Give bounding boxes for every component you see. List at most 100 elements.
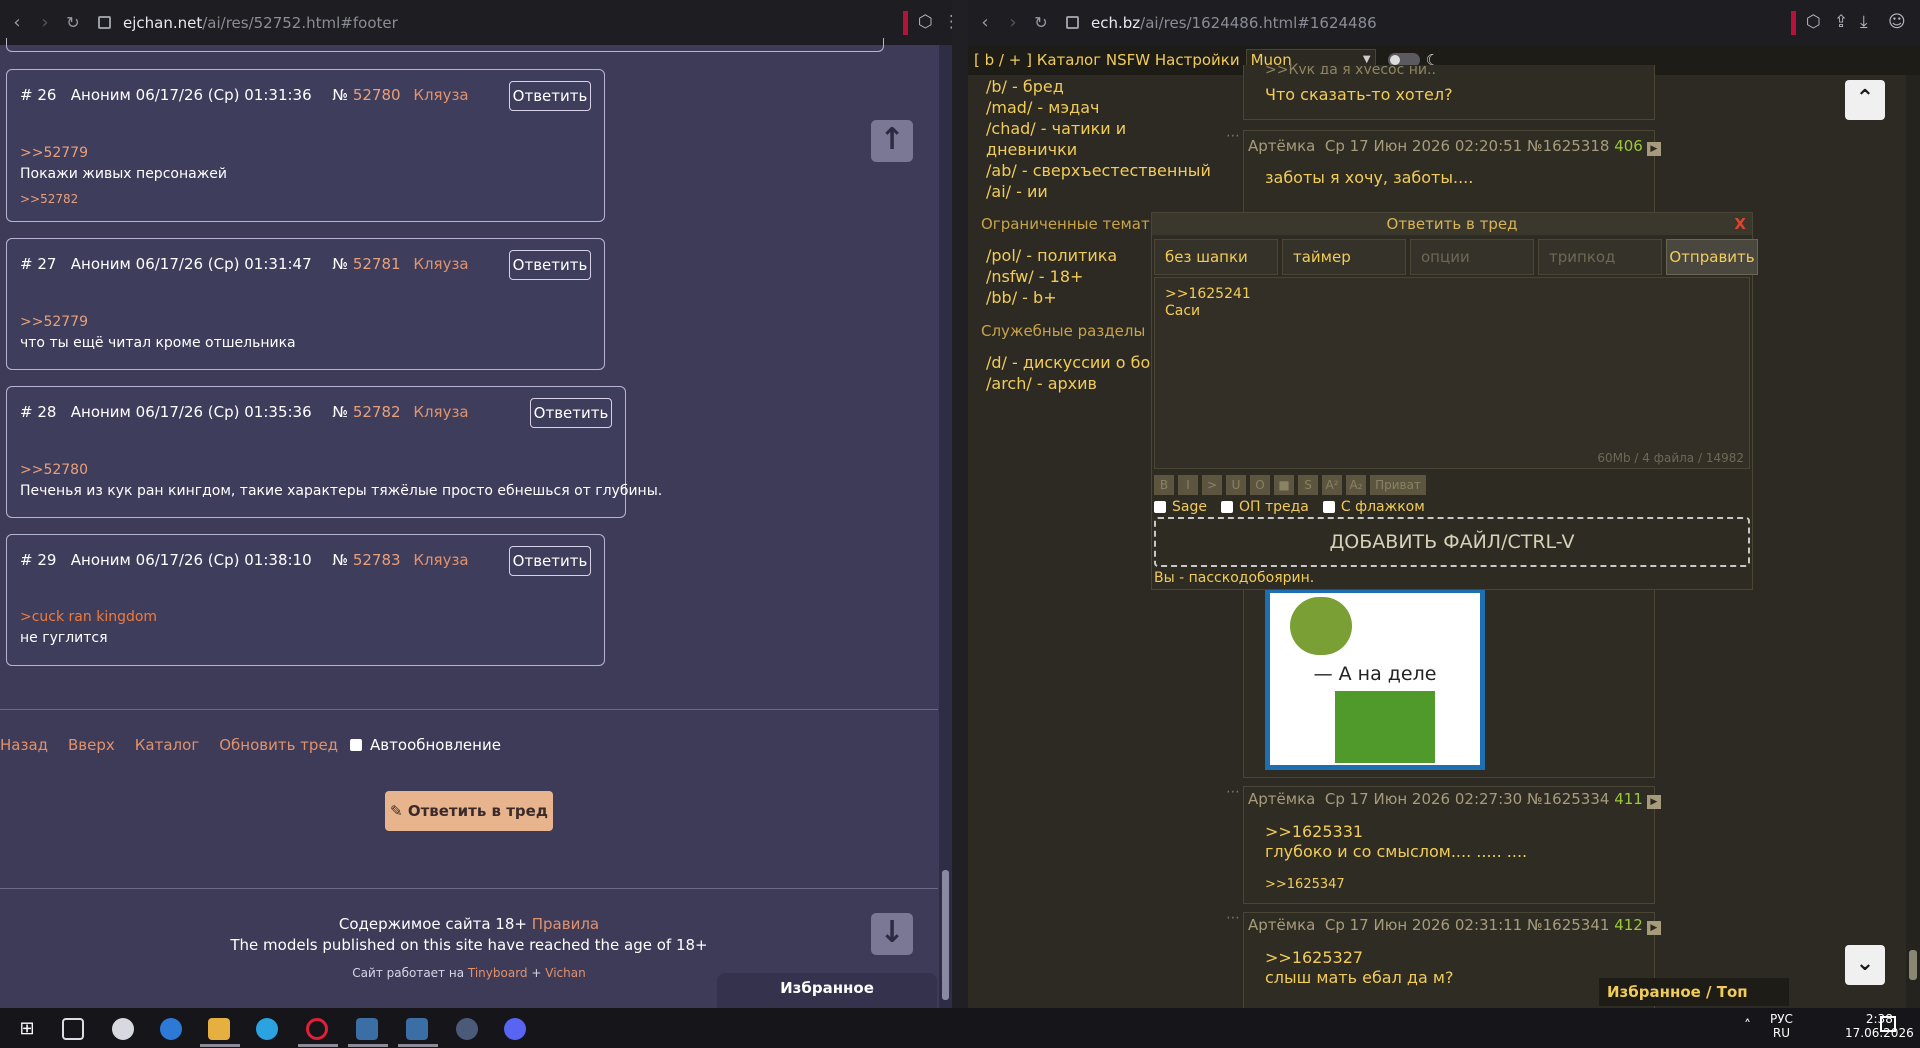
- task-view-icon[interactable]: [62, 1018, 84, 1040]
- post-number-link[interactable]: №1625341: [1527, 916, 1609, 934]
- backlink[interactable]: >>1625347: [1265, 877, 1345, 892]
- reply-thread-button[interactable]: ✎ Ответить в тред: [385, 791, 553, 831]
- reply-button[interactable]: Ответить: [509, 250, 591, 280]
- board-link-arch[interactable]: /arch/ - архив: [986, 373, 1150, 394]
- italic-button[interactable]: I: [1178, 475, 1198, 495]
- quote-link[interactable]: >>1625327: [1265, 948, 1363, 967]
- fox-app-icon[interactable]: [112, 1018, 134, 1040]
- opera-icon[interactable]: [306, 1018, 328, 1040]
- reply-button[interactable]: Ответить: [530, 398, 612, 428]
- right-url-field[interactable]: ech.bz/ai/res/1624486.html#1624486: [1091, 14, 1377, 32]
- scroll-thumb[interactable]: [1909, 950, 1917, 980]
- overline-button[interactable]: O: [1250, 475, 1270, 495]
- extensions-icon[interactable]: ⬡: [1806, 12, 1821, 32]
- board-link-chad-cont[interactable]: дневнички: [986, 139, 1211, 160]
- nav-back-link[interactable]: Назад: [0, 736, 48, 754]
- strike-button[interactable]: S: [1298, 475, 1318, 495]
- board-link-d[interactable]: /d/ - дискуссии о бо: [986, 352, 1150, 373]
- play-icon[interactable]: ▶: [1646, 795, 1661, 809]
- tripcode-field[interactable]: трипкод: [1538, 239, 1662, 275]
- scroll-up-icon[interactable]: ↑: [871, 120, 913, 162]
- quote-link[interactable]: >>52780: [20, 462, 88, 478]
- python-icon[interactable]: [356, 1018, 378, 1040]
- nav-catalog-link[interactable]: Каталог: [135, 736, 199, 754]
- message-textarea[interactable]: >>1625241 Саси: [1154, 277, 1750, 469]
- scroll-down-icon[interactable]: ⌄: [1845, 945, 1885, 985]
- nav-refresh-link[interactable]: Обновить тред: [219, 736, 338, 754]
- play-icon[interactable]: ▶: [1646, 921, 1661, 935]
- board-link-bb[interactable]: /bb/ - b+: [986, 287, 1117, 308]
- steam-icon[interactable]: [456, 1018, 478, 1040]
- scroll-up-icon[interactable]: ⌃: [1845, 80, 1885, 120]
- post-number-link[interactable]: №1625334: [1527, 790, 1609, 808]
- telegram-icon[interactable]: [256, 1018, 278, 1040]
- backlink[interactable]: >>52782: [20, 192, 78, 206]
- quote-button[interactable]: >: [1202, 475, 1222, 495]
- back-icon[interactable]: ‹: [6, 12, 28, 33]
- quote-link[interactable]: >>1625331: [1265, 822, 1363, 841]
- reply-button[interactable]: Ответить: [509, 546, 591, 576]
- send-button[interactable]: Отправить: [1666, 239, 1758, 275]
- post-number-link[interactable]: 52781: [353, 255, 401, 273]
- file-explorer-icon[interactable]: [208, 1018, 230, 1040]
- favorites-top-threads[interactable]: Избранное / Топ тредов ↻: [1599, 978, 1789, 1006]
- quote-link[interactable]: >>52779: [20, 145, 88, 161]
- profile-icon[interactable]: ☺: [1888, 12, 1906, 32]
- notifications-icon[interactable]: [1880, 1016, 1896, 1032]
- post-number-link[interactable]: 52782: [353, 403, 401, 421]
- reply-button[interactable]: Ответить: [509, 81, 591, 111]
- scroll-down-icon[interactable]: ↓: [871, 913, 913, 955]
- superscript-button[interactable]: A²: [1322, 475, 1342, 495]
- post-number-link[interactable]: 52780: [353, 86, 401, 104]
- windows-start-icon[interactable]: ⊞: [16, 1018, 38, 1040]
- split-divider[interactable]: [952, 0, 968, 1008]
- vichan-link[interactable]: Vichan: [545, 966, 585, 980]
- board-link-chad[interactable]: /chad/ - чатики и: [986, 118, 1211, 139]
- post-number-link[interactable]: №1625318: [1527, 137, 1609, 155]
- add-file-dropzone[interactable]: ДОБАВИТЬ ФАЙЛ/CTRL-V: [1154, 517, 1750, 567]
- board-link-b[interactable]: /b/ - бред: [986, 76, 1211, 97]
- forward-icon[interactable]: ›: [1002, 12, 1024, 33]
- discord-icon[interactable]: [504, 1018, 526, 1040]
- board-link-pol[interactable]: /pol/ - политика: [986, 245, 1117, 266]
- post-number-link[interactable]: 52783: [353, 551, 401, 569]
- bold-button[interactable]: B: [1154, 475, 1174, 495]
- op-checkbox[interactable]: [1220, 501, 1233, 513]
- sage-checkbox[interactable]: [1154, 501, 1166, 513]
- board-links[interactable]: [ b / + ]: [974, 51, 1032, 69]
- settings-link[interactable]: Настройки: [1155, 51, 1240, 69]
- extensions-icon[interactable]: ⬡: [918, 12, 933, 32]
- board-link-ai[interactable]: /ai/ - ии: [986, 181, 1211, 202]
- tinyboard-link[interactable]: Tinyboard: [468, 966, 528, 980]
- post-menu-icon[interactable]: ⋯: [1226, 784, 1240, 800]
- scroll-thumb[interactable]: [942, 870, 949, 1000]
- underline-button[interactable]: U: [1226, 475, 1246, 495]
- options-field[interactable]: опции: [1410, 239, 1534, 275]
- board-link-nsfw[interactable]: /nsfw/ - 18+: [986, 266, 1117, 287]
- flag-checkbox[interactable]: [1322, 501, 1335, 513]
- post-image-thumbnail[interactable]: — А на деле: [1265, 590, 1485, 770]
- quote-link[interactable]: >>52779: [20, 314, 88, 330]
- download-icon[interactable]: ⤓: [1860, 12, 1868, 32]
- share-icon[interactable]: ⇪: [1834, 12, 1848, 32]
- post-menu-icon[interactable]: ⋯: [1226, 910, 1240, 926]
- python-icon-2[interactable]: [406, 1018, 428, 1040]
- left-scrollbar[interactable]: [939, 45, 952, 1008]
- timer-field[interactable]: таймер: [1282, 239, 1406, 275]
- autoupdate-checkbox[interactable]: [350, 739, 363, 751]
- forward-icon[interactable]: ›: [34, 12, 56, 33]
- tray-chevron-icon[interactable]: ˄: [1744, 1018, 1751, 1034]
- right-scrollbar[interactable]: [1906, 75, 1920, 1008]
- spoiler-button[interactable]: ■: [1274, 475, 1294, 495]
- close-icon[interactable]: X: [1734, 213, 1746, 235]
- board-link-mad[interactable]: /mad/ - мэдач: [986, 97, 1211, 118]
- board-link-ab[interactable]: /ab/ - сверхъестественный: [986, 160, 1211, 181]
- reply-form-title[interactable]: Ответить в тред X: [1152, 213, 1752, 235]
- nsfw-link[interactable]: NSFW: [1106, 51, 1150, 69]
- menu-dots-icon[interactable]: ⋮: [943, 12, 952, 32]
- left-url-field[interactable]: ejchan.net/ai/res/52752.html#footer: [123, 14, 398, 32]
- language-indicator[interactable]: РУС RU: [1770, 1012, 1793, 1040]
- nav-top-link[interactable]: Вверх: [68, 736, 115, 754]
- reload-icon[interactable]: ↻: [62, 13, 84, 32]
- rules-link[interactable]: Правила: [532, 915, 599, 933]
